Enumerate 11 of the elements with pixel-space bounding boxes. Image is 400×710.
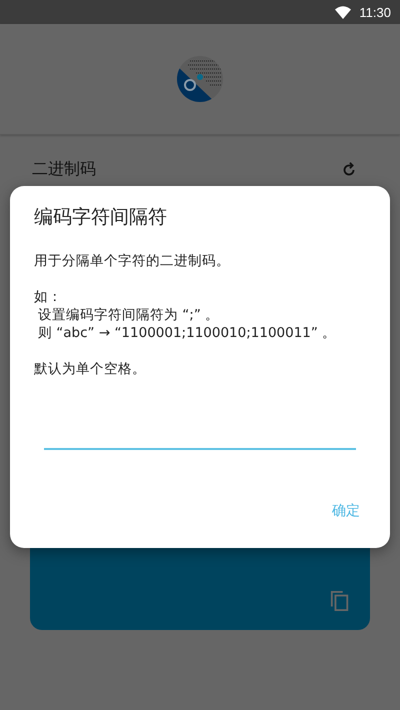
message-line: 默认为单个空格。 — [34, 360, 146, 378]
copy-icon[interactable] — [330, 590, 350, 612]
ok-button[interactable]: 确定 — [326, 498, 366, 524]
message-line: 如： — [34, 288, 62, 306]
section-title: 二进制码 — [32, 159, 96, 180]
wifi-icon — [335, 6, 352, 18]
status-time: 11:30 — [359, 4, 391, 20]
message-line: 设置编码字符间隔符为 “;” 。 — [38, 306, 220, 324]
message-line: 用于分隔单个字符的二进制码。 — [34, 252, 230, 270]
dialog-title: 编码字符间隔符 — [34, 205, 168, 230]
message-line: 则 “abc” → “1100001;1100010;1100011” 。 — [38, 324, 336, 342]
